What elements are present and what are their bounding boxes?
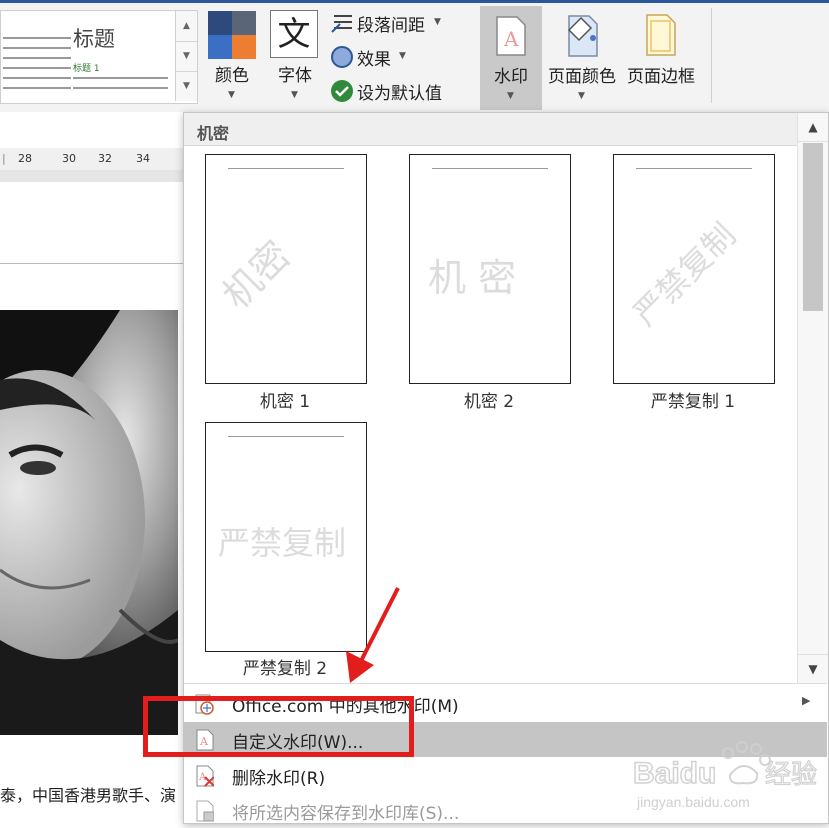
gallery-scrollbar[interactable]: ▲ ▼ ▼	[175, 11, 197, 101]
paragraph-spacing-label: 段落间距	[357, 16, 425, 36]
ribbon: 标题 标题 1 ▲ ▼ ▼ 颜色 ▼ 文 字体 ▼ 段落间距 ▼ 效果 ▼ 设为…	[0, 0, 829, 113]
effects-label: 效果	[357, 50, 391, 70]
page-color-label: 页面颜色	[548, 67, 616, 87]
thumbnail-label: 机密 1	[259, 392, 311, 412]
page-color-button[interactable]: 页面颜色 ▼	[543, 6, 621, 106]
font-icon: 文	[270, 10, 318, 58]
thumbnail-label: 机密 2	[463, 392, 515, 412]
effects-button[interactable]: 效果 ▼	[330, 44, 420, 70]
thumbnail-label: 严禁复制 1	[650, 392, 736, 412]
scroll-down-arrow-icon[interactable]: ▼	[798, 654, 828, 683]
preview-text-line	[3, 47, 71, 49]
thumb-header-line	[228, 168, 344, 169]
document-body-text[interactable]: 泰，中国香港男歌手、演	[0, 782, 176, 806]
horizontal-ruler[interactable]: | 28 30 32 34	[0, 148, 183, 171]
chevron-down-icon: ▼	[228, 90, 235, 100]
baidu-brand-text: Baidu	[633, 757, 716, 790]
scrollbar-thumb[interactable]	[803, 143, 823, 311]
gallery-up-arrow-icon[interactable]: ▲	[176, 11, 197, 42]
site-watermark-logo: Baidu 经验 jingyan.baidu.com	[632, 741, 818, 810]
preview-text-line	[3, 57, 71, 59]
ruler-tick: |	[2, 152, 6, 165]
section-title: 机密	[197, 124, 230, 143]
style-set-gallery[interactable]: 标题 标题 1 ▲ ▼ ▼	[0, 10, 198, 104]
watermark-button[interactable]: A 水印 ▼	[480, 6, 542, 110]
style-title: 标题	[73, 27, 115, 51]
watermark-label: 水印	[494, 67, 528, 87]
set-as-default-label: 设为默认值	[357, 84, 442, 104]
preview-text-line	[73, 77, 168, 79]
submenu-arrow-icon: ▶	[802, 694, 811, 707]
preview-text-line	[3, 37, 71, 39]
colors-button[interactable]: 颜色 ▼	[203, 8, 261, 108]
gallery-more-icon[interactable]: ▼	[176, 71, 197, 101]
thumb-header-line	[228, 436, 344, 437]
chevron-down-icon: ▼	[578, 91, 585, 101]
watermark-preview-text: 严禁复制	[218, 524, 347, 562]
paragraph-spacing-icon	[331, 15, 352, 33]
baidu-url-text: jingyan.baidu.com	[636, 794, 750, 810]
chevron-down-icon: ▼	[507, 91, 514, 101]
baidu-brand-cn-text: 经验	[765, 760, 817, 790]
color-palette-icon	[208, 11, 256, 59]
watermark-preview-text: 机密	[214, 232, 299, 318]
gallery-down-arrow-icon[interactable]: ▼	[176, 41, 197, 72]
watermark-preview-text: 机 密	[428, 256, 517, 300]
chevron-down-icon: ▼	[434, 17, 441, 27]
preview-text-line	[3, 77, 71, 79]
gallery-section-header: 机密	[184, 113, 797, 146]
ruler-tick-label: 30	[62, 152, 76, 165]
preview-text-line	[3, 87, 71, 89]
thumb-header-line	[636, 168, 752, 169]
watermark-thumbnail-confidential-1[interactable]: 机密	[205, 154, 367, 384]
page-borders-button[interactable]: 页面边框	[622, 6, 700, 106]
red-arrow-icon	[346, 587, 400, 683]
menu-label: 将所选内容保存到水印库(S)...	[232, 804, 460, 824]
page-gap	[0, 170, 183, 182]
paragraph-spacing-button[interactable]: 段落间距 ▼	[330, 10, 460, 36]
watermark-thumbnail-no-copy-1[interactable]: 严禁复制	[613, 154, 775, 384]
colors-label: 颜色	[215, 66, 249, 86]
chevron-down-icon: ▼	[291, 90, 298, 100]
style-subtitle: 标题 1	[73, 64, 100, 74]
menu-label: 删除水印(R)	[232, 769, 326, 789]
portrait-photo	[0, 310, 178, 735]
scroll-up-arrow-icon[interactable]: ▲	[798, 113, 828, 142]
watermark-icon-letter: A	[503, 27, 519, 51]
chevron-down-icon: ▼	[399, 51, 406, 61]
fonts-button[interactable]: 文 字体 ▼	[266, 8, 324, 108]
set-as-default-button[interactable]: 设为默认值	[330, 78, 470, 104]
style-preview[interactable]: 标题 标题 1	[3, 13, 175, 99]
ruler-tick-label: 28	[18, 152, 32, 165]
page-header-divider	[0, 263, 183, 264]
fonts-label: 字体	[278, 66, 312, 86]
ribbon-accent-line	[0, 0, 829, 3]
menu-separator	[184, 683, 827, 684]
watermark-icon: A	[496, 16, 526, 56]
thumb-header-line	[432, 168, 548, 169]
ruler-tick-label: 32	[98, 152, 112, 165]
highlight-annotation-box	[143, 696, 414, 757]
preview-text-line	[3, 67, 71, 69]
effects-icon	[331, 46, 353, 68]
watermark-thumbnail-confidential-2[interactable]: 机 密	[409, 154, 571, 384]
watermark-preview-text: 严禁复制	[625, 215, 744, 334]
ruler-tick-label: 34	[136, 152, 150, 165]
ribbon-group-divider	[711, 8, 712, 103]
page-borders-label: 页面边框	[627, 67, 695, 87]
save-to-gallery-icon	[196, 800, 214, 822]
remove-watermark-icon: A	[196, 765, 214, 787]
checkmark-icon	[331, 80, 353, 102]
page-borders-icon	[646, 14, 676, 56]
preview-text-line	[73, 87, 168, 89]
gallery-scrollbar[interactable]: ▲ ▼	[797, 113, 828, 683]
page-color-icon	[567, 15, 598, 57]
